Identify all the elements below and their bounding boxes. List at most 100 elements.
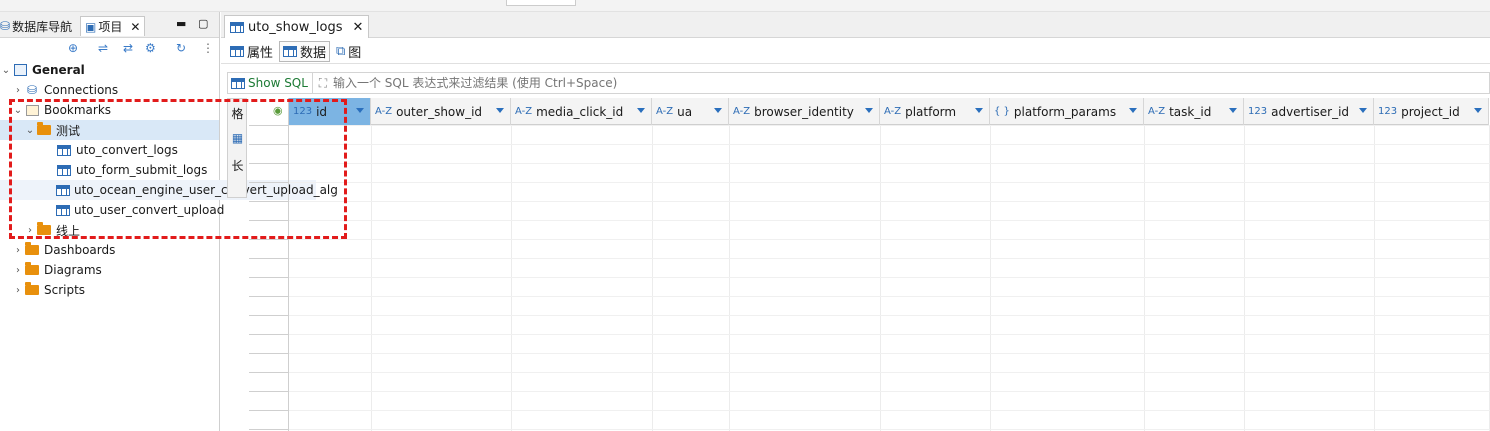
- tab-diagram[interactable]: ⧉ 图: [333, 41, 364, 62]
- tree-item-diagrams[interactable]: › Diagrams: [0, 260, 219, 280]
- minimize-icon[interactable]: ▬: [176, 17, 186, 30]
- column-header-ua[interactable]: A-Z ua: [652, 98, 729, 125]
- editor-tab-uto-show-logs[interactable]: uto_show_logs ✕: [224, 15, 370, 38]
- database-navigator-icon: ⛁: [0, 19, 11, 33]
- column-header-outer-show-id[interactable]: A-Z outer_show_id: [371, 98, 511, 125]
- side-tab-grid[interactable]: 格: [229, 105, 246, 122]
- row-number-line: [249, 201, 289, 202]
- chevron-right-icon[interactable]: ›: [24, 225, 36, 236]
- column-type-icon: 123: [1248, 106, 1268, 117]
- column-menu-icon[interactable]: [356, 108, 364, 113]
- tree-item-test-folder[interactable]: ⌄ 测试: [0, 120, 219, 140]
- tab-label: 数据: [300, 46, 327, 61]
- grid-row-line: [289, 125, 1490, 126]
- project-toolbar: ⊕ ⇌ ⇄ ⚙ ↻ ⋮: [0, 38, 219, 60]
- close-icon[interactable]: ✕: [130, 20, 140, 34]
- column-name: id: [316, 104, 328, 119]
- column-menu-icon[interactable]: [1229, 108, 1237, 113]
- show-sql-button[interactable]: Show SQL: [228, 73, 313, 93]
- grid-row-line: [289, 429, 1490, 430]
- column-header-platform[interactable]: A-Z platform: [880, 98, 990, 125]
- column-menu-icon[interactable]: [714, 108, 722, 113]
- column-type-icon: A-Z: [1148, 106, 1166, 117]
- row-number-line: [249, 372, 289, 373]
- column-header-task-id[interactable]: A-Z task_id: [1144, 98, 1244, 125]
- column-name: outer_show_id: [396, 104, 483, 119]
- grid-row-line: [289, 296, 1490, 297]
- column-menu-icon[interactable]: [637, 108, 645, 113]
- collapse-all-icon[interactable]: ⇌: [98, 41, 108, 55]
- column-header-project-id[interactable]: 123 project_id: [1374, 98, 1489, 125]
- tab-label: 数据库导航: [12, 19, 73, 34]
- tree-item-bookmarks[interactable]: ⌄ Bookmarks: [0, 100, 219, 120]
- chevron-right-icon[interactable]: ›: [12, 245, 24, 256]
- column-menu-icon[interactable]: [1474, 108, 1482, 113]
- row-number-line: [249, 315, 289, 316]
- table-icon: [56, 163, 72, 177]
- expand-icon[interactable]: ⛶: [313, 76, 333, 91]
- grid-row-line: [289, 410, 1490, 411]
- row-selector-icon[interactable]: ◉: [273, 104, 283, 117]
- column-menu-icon[interactable]: [865, 108, 873, 113]
- column-name: media_click_id: [536, 104, 624, 119]
- tree-item-scripts[interactable]: › Scripts: [0, 280, 219, 300]
- tab-projects[interactable]: ▣ 项目 ✕: [80, 16, 146, 36]
- grid-column-line: [880, 125, 881, 431]
- chevron-right-icon[interactable]: ›: [12, 285, 24, 296]
- more-menu-icon[interactable]: ⋮: [202, 41, 214, 55]
- tree-item-general[interactable]: ⌄ General: [0, 60, 219, 80]
- chevron-down-icon[interactable]: ⌄: [0, 65, 12, 76]
- grid-row-line: [289, 220, 1490, 221]
- grid-row-line: [289, 239, 1490, 240]
- tree-item-table[interactable]: uto_form_submit_logs: [0, 160, 219, 180]
- tree-item-label: uto_user_convert_upload: [74, 203, 225, 217]
- column-header-platform-params[interactable]: { } platform_params: [990, 98, 1144, 125]
- chevron-right-icon[interactable]: ›: [12, 85, 24, 96]
- tree-item-connections[interactable]: › ⛁ Connections: [0, 80, 219, 100]
- close-icon[interactable]: ✕: [352, 20, 363, 35]
- settings-gear-icon[interactable]: ⚙: [145, 41, 156, 55]
- grid-column-line: [1374, 125, 1375, 431]
- grid-row-line: [289, 277, 1490, 278]
- column-type-icon: A-Z: [733, 106, 751, 117]
- column-header-advertiser-id[interactable]: 123 advertiser_id: [1244, 98, 1374, 125]
- tree-item-online-folder[interactable]: › 线上: [0, 220, 219, 240]
- maximize-icon[interactable]: ▢: [198, 17, 208, 30]
- column-name: ua: [677, 104, 693, 119]
- sql-table-icon: [231, 77, 245, 89]
- tree-item-label: Bookmarks: [44, 103, 112, 117]
- column-header-id[interactable]: 123 id: [289, 98, 371, 125]
- column-menu-icon[interactable]: [1359, 108, 1367, 113]
- column-menu-icon[interactable]: [975, 108, 983, 113]
- tree-item-table[interactable]: uto_convert_logs: [0, 140, 219, 160]
- row-number-line: [249, 296, 289, 297]
- column-header-browser-identity[interactable]: A-Z browser_identity: [729, 98, 880, 125]
- chevron-down-icon[interactable]: ⌄: [12, 105, 24, 116]
- data-icon: [283, 46, 297, 57]
- row-number-line: [249, 125, 289, 126]
- tab-database-navigator[interactable]: ⛁ 数据库导航: [0, 16, 72, 36]
- tab-data[interactable]: 数据: [279, 41, 331, 62]
- tree-item-table[interactable]: uto_user_convert_upload: [0, 200, 224, 220]
- chevron-down-icon[interactable]: ⌄: [24, 125, 36, 136]
- diagram-icon: ⧉: [336, 44, 346, 59]
- column-menu-icon[interactable]: [1129, 108, 1137, 113]
- table-icon: [56, 183, 70, 197]
- new-folder-icon[interactable]: ⊕: [68, 41, 78, 55]
- tree-item-label: Connections: [44, 83, 119, 97]
- link-editor-icon[interactable]: ⇄: [123, 41, 133, 55]
- tree-item-dashboards[interactable]: › Dashboards: [0, 240, 219, 260]
- row-number-line: [249, 277, 289, 278]
- column-menu-icon[interactable]: [496, 108, 504, 113]
- tree-item-label: Dashboards: [44, 243, 116, 257]
- toolbar-combo[interactable]: [506, 0, 576, 6]
- tab-properties[interactable]: 属性: [227, 41, 276, 62]
- filter-input[interactable]: [332, 76, 1489, 90]
- column-header-media-click-id[interactable]: A-Z media_click_id: [511, 98, 652, 125]
- tab-label: 项目: [98, 20, 123, 34]
- chevron-right-icon[interactable]: ›: [12, 265, 24, 276]
- grid-view-icon[interactable]: ▦: [229, 131, 246, 145]
- refresh-icon[interactable]: ↻: [176, 41, 186, 55]
- side-tab-text[interactable]: 长: [229, 157, 246, 174]
- column-name: platform_params: [1013, 104, 1117, 119]
